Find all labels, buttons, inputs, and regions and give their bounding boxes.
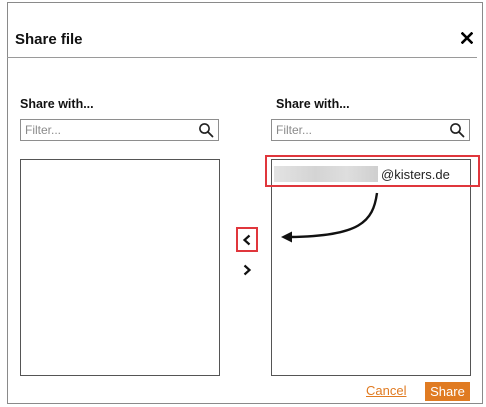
share-button[interactable]: Share bbox=[425, 382, 470, 401]
cancel-link[interactable]: Cancel bbox=[366, 383, 406, 398]
annotation-arrow bbox=[281, 192, 379, 243]
